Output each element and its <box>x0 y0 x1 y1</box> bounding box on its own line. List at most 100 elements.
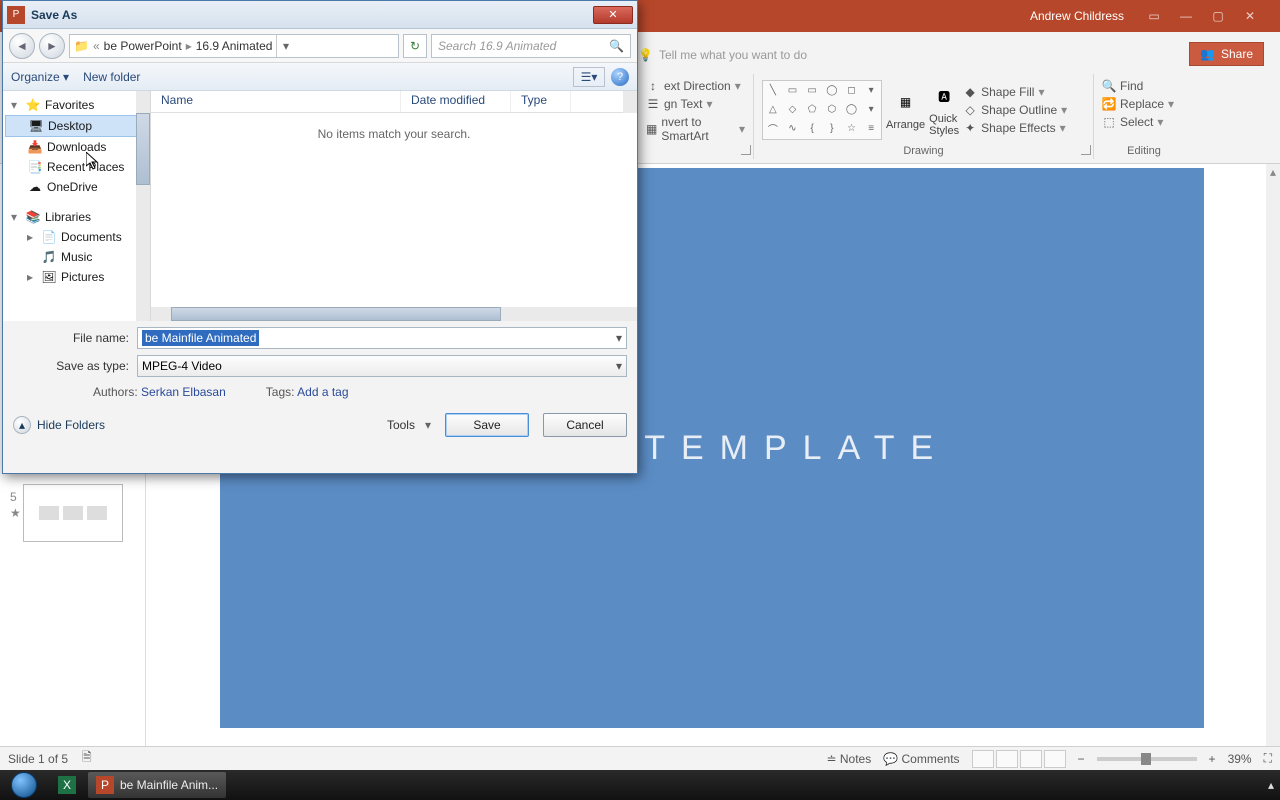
zoom-level[interactable]: 39% <box>1228 752 1252 766</box>
scroll-up-icon[interactable]: ▴ <box>1266 164 1280 180</box>
view-options-button[interactable]: ☰▾ <box>573 67 605 87</box>
text-direction-icon: ↕ <box>646 79 660 93</box>
saveastype-combo[interactable]: MPEG-4 Video ▾ <box>137 355 627 377</box>
animation-star-icon: ★ <box>10 506 21 520</box>
tree-scroll-thumb[interactable] <box>136 113 150 185</box>
column-type[interactable]: Type <box>511 91 571 112</box>
slideshow-view-button[interactable] <box>1044 750 1066 768</box>
shape-effects-button[interactable]: ✦Shape Effects ▾ <box>963 120 1067 136</box>
taskbar-powerpoint[interactable]: Pbe Mainfile Anim... <box>88 772 226 798</box>
documents-icon: 📄 <box>41 229 57 245</box>
tree-pictures[interactable]: ▸🖼Pictures <box>5 267 148 287</box>
address-bar[interactable]: 📁 « be PowerPoint ▸ 16.9 Animated ▾ <box>69 34 399 58</box>
tree-favorites[interactable]: ▾⭐Favorites <box>5 95 148 115</box>
taskbar-excel[interactable]: X <box>50 772 84 798</box>
comments-button[interactable]: 💬 Comments <box>883 752 959 766</box>
shapes-gallery[interactable]: ╲▭▭◯◻▾ △◇⬠⬡◯▾ ⌒∿{}☆≡ <box>762 80 882 140</box>
tree-downloads[interactable]: 📥Downloads <box>5 137 148 157</box>
pictures-icon: 🖼 <box>41 269 57 285</box>
breadcrumb-item[interactable]: be PowerPoint <box>104 39 182 53</box>
powerpoint-icon: P <box>96 776 114 794</box>
breadcrumb-overflow[interactable]: « <box>93 39 100 53</box>
replace-button[interactable]: 🔁Replace ▾ <box>1102 96 1174 112</box>
dialog-title-bar[interactable]: P Save As ✕ <box>3 1 637 29</box>
reading-view-button[interactable] <box>1020 750 1042 768</box>
file-list-header[interactable]: Name Date modified Type <box>151 91 637 113</box>
search-input[interactable]: Search 16.9 Animated 🔍 <box>431 34 631 58</box>
libraries-icon: 📚 <box>25 209 41 225</box>
organize-menu[interactable]: Organize ▾ <box>11 70 69 84</box>
shape-outline-button[interactable]: ◇Shape Outline ▾ <box>963 102 1067 118</box>
zoom-slider[interactable] <box>1097 757 1197 761</box>
folder-tree: ▾⭐Favorites 🖥Desktop 📥Downloads 📑Recent … <box>3 91 151 321</box>
filename-dropdown-icon[interactable]: ▾ <box>616 331 622 345</box>
breadcrumb-item[interactable]: 16.9 Animated <box>196 39 273 53</box>
refresh-button[interactable]: ↻ <box>403 34 427 58</box>
share-button[interactable]: 👥 Share <box>1189 42 1264 66</box>
nav-back-button[interactable]: ◄ <box>9 33 35 59</box>
filename-input[interactable]: be Mainfile Animated ▾ <box>137 327 627 349</box>
breadcrumb-separator-icon: ▸ <box>186 39 192 53</box>
zoom-in-button[interactable]: + <box>1209 752 1216 766</box>
sorter-view-button[interactable] <box>996 750 1018 768</box>
tree-desktop[interactable]: 🖥Desktop <box>5 115 148 137</box>
tags-label: Tags: <box>266 385 295 399</box>
spell-check-icon[interactable]: 🗎 <box>82 748 92 769</box>
align-text-button[interactable]: ☰gn Text ▾ <box>646 96 713 112</box>
windows-orb-icon <box>11 772 37 798</box>
hide-folders-button[interactable]: ▴ Hide Folders <box>13 416 105 434</box>
save-button[interactable]: Save <box>445 413 529 437</box>
notes-button[interactable]: ≐ Notes <box>826 752 871 766</box>
shape-effects-icon: ✦ <box>963 121 977 135</box>
tools-menu[interactable]: Tools ▾ <box>387 418 431 432</box>
dialog-close-button[interactable]: ✕ <box>593 6 633 24</box>
new-folder-button[interactable]: New folder <box>83 70 140 84</box>
tree-libraries[interactable]: ▾📚Libraries <box>5 207 148 227</box>
fit-to-window-button[interactable]: ⛶ <box>1264 751 1272 766</box>
close-icon[interactable]: ✕ <box>1236 6 1264 26</box>
zoom-out-button[interactable]: − <box>1078 752 1085 766</box>
start-button[interactable] <box>0 770 48 800</box>
slide-thumbnail[interactable] <box>23 484 123 542</box>
convert-smartart-button[interactable]: ▦nvert to SmartArt ▾ <box>646 114 745 144</box>
authors-value[interactable]: Serkan Elbasan <box>141 385 226 399</box>
save-as-dialog: P Save As ✕ ◄ ► 📁 « be PowerPoint ▸ 16.9… <box>2 0 638 480</box>
column-name[interactable]: Name <box>151 91 401 112</box>
address-dropdown-button[interactable]: ▾ <box>276 35 294 57</box>
tree-documents[interactable]: ▸📄Documents <box>5 227 148 247</box>
help-icon[interactable]: ? <box>611 68 629 86</box>
dialog-title: Save As <box>31 8 77 22</box>
normal-view-button[interactable] <box>972 750 994 768</box>
user-name: Andrew Childress <box>1030 9 1124 23</box>
find-button[interactable]: 🔍Find <box>1102 78 1143 94</box>
vertical-scrollbar[interactable]: ▴ <box>1266 164 1280 758</box>
drawing-dialog-launcher-icon[interactable] <box>1081 145 1091 155</box>
quick-styles-button[interactable]: 🅰 Quick Styles <box>929 82 959 137</box>
music-icon: 🎵 <box>41 249 57 265</box>
zoom-slider-thumb[interactable] <box>1141 753 1151 765</box>
minimize-icon[interactable]: — <box>1172 6 1200 26</box>
tell-me-search[interactable]: 💡 Tell me what you want to do <box>638 48 807 62</box>
column-date[interactable]: Date modified <box>401 91 511 112</box>
show-hidden-icons[interactable]: ▴ <box>1262 778 1280 792</box>
cancel-button[interactable]: Cancel <box>543 413 627 437</box>
tree-music[interactable]: 🎵Music <box>5 247 148 267</box>
file-hscroll-thumb[interactable] <box>171 307 501 321</box>
ribbon-display-options-icon[interactable]: ▭ <box>1140 6 1168 26</box>
saveastype-dropdown-icon[interactable]: ▾ <box>616 359 622 373</box>
shape-fill-button[interactable]: ◆Shape Fill ▾ <box>963 84 1067 100</box>
arrange-button[interactable]: ▦ Arrange <box>886 88 925 131</box>
text-direction-button[interactable]: ↕ext Direction ▾ <box>646 78 741 94</box>
search-icon: 🔍 <box>609 39 624 53</box>
nav-forward-button[interactable]: ► <box>39 33 65 59</box>
paragraph-dialog-launcher-icon[interactable] <box>741 145 751 155</box>
maximize-icon[interactable]: ▢ <box>1204 6 1232 26</box>
tags-value[interactable]: Add a tag <box>297 385 348 399</box>
select-button[interactable]: ⬚Select ▾ <box>1102 114 1163 130</box>
editing-group-label: Editing <box>1102 141 1186 157</box>
windows-taskbar: X Pbe Mainfile Anim... ▴ <box>0 770 1280 800</box>
file-vscroll[interactable] <box>623 91 637 113</box>
tree-recent-places[interactable]: 📑Recent Places <box>5 157 148 177</box>
shape-fill-icon: ◆ <box>963 85 977 99</box>
tree-onedrive[interactable]: ☁OneDrive <box>5 177 148 197</box>
